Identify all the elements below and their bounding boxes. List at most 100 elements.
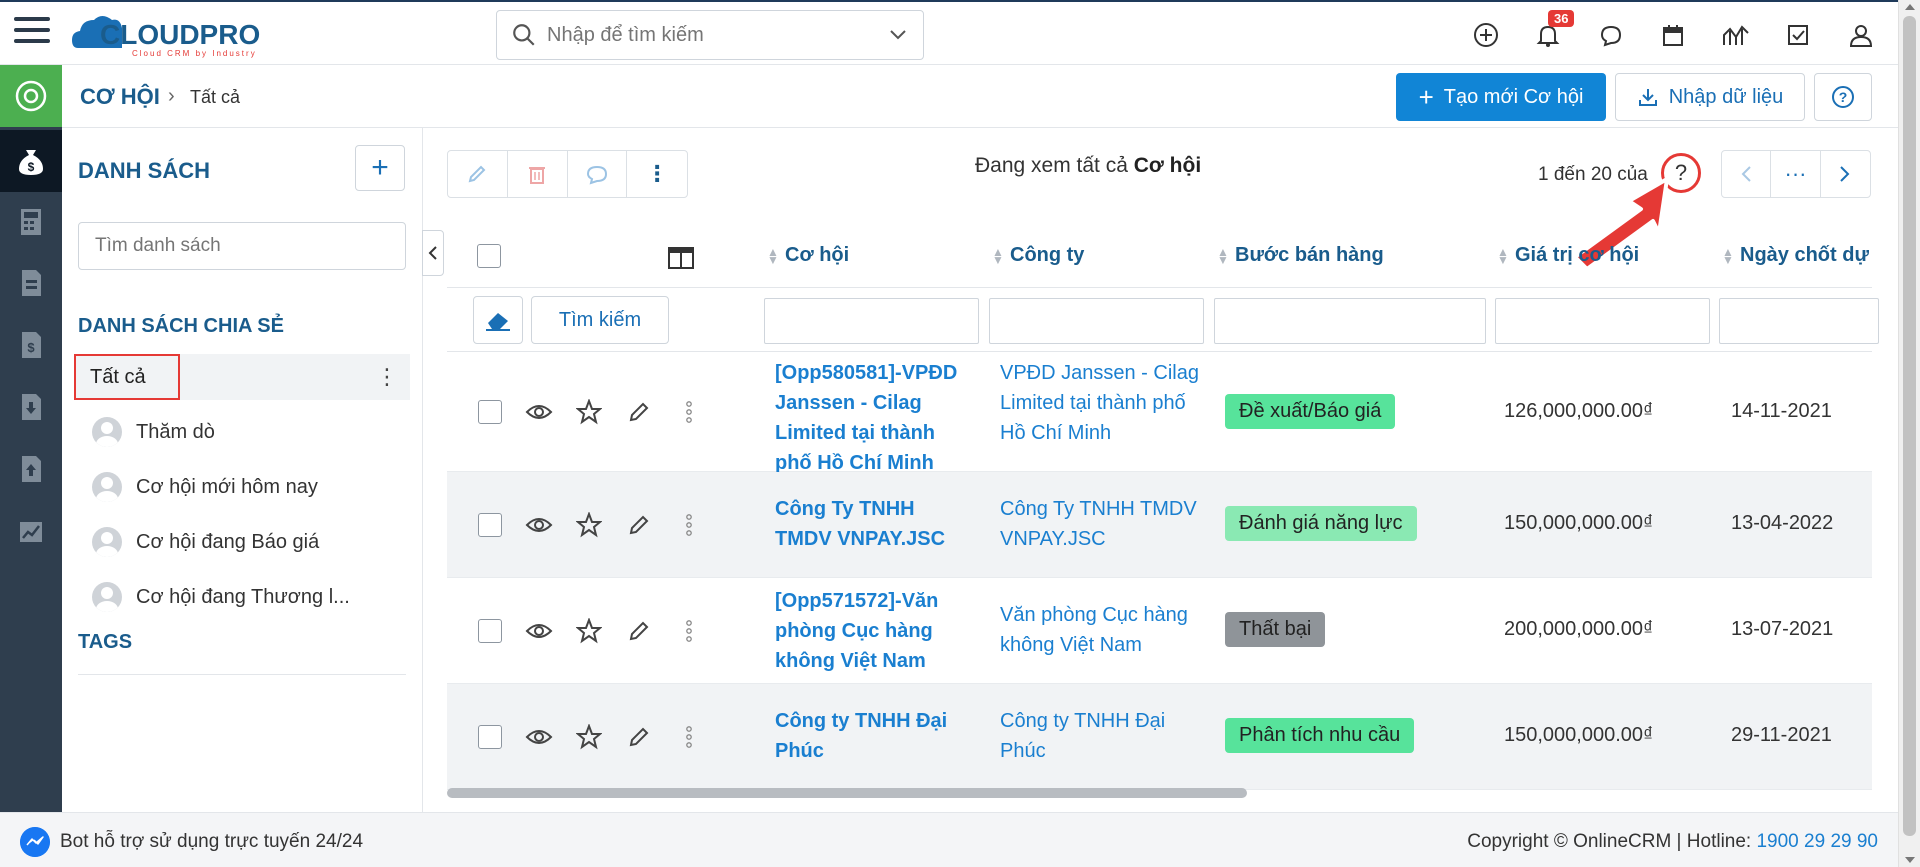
filter-input-company[interactable] [989, 298, 1204, 344]
list-item-all-label[interactable]: Tất cả [74, 354, 180, 400]
vertical-scrollbar[interactable] [1898, 0, 1920, 867]
list-item[interactable]: Cơ hội mới hôm nay [92, 467, 318, 507]
messenger-icon[interactable] [20, 827, 50, 857]
menu-icon[interactable] [14, 17, 50, 49]
company-link[interactable]: Văn phòng Cục hàng không Việt Nam [1000, 600, 1200, 660]
chat-icon[interactable] [1595, 19, 1627, 51]
import-data-button[interactable]: Nhập dữ liệu [1615, 73, 1805, 121]
opportunity-link[interactable]: Công Ty TNHH TMDV VNPAY.JSC [775, 494, 965, 554]
star-icon[interactable] [575, 617, 603, 645]
create-opportunity-button[interactable]: + Tạo mới Cơ hội [1396, 73, 1606, 121]
row-checkbox[interactable] [478, 513, 502, 537]
list-item-all[interactable]: Tất cả ⋮ [74, 354, 410, 400]
comment-button[interactable] [568, 151, 628, 197]
select-all-checkbox[interactable] [477, 244, 501, 268]
page-more-button[interactable]: ··· [1771, 151, 1821, 197]
pencil-icon[interactable] [625, 723, 653, 751]
help-button[interactable]: ? [1814, 73, 1872, 121]
hotline-link[interactable]: 1900 29 29 90 [1756, 831, 1878, 852]
previous-page-button[interactable] [1722, 151, 1772, 197]
clear-filter-button[interactable] [473, 296, 523, 344]
more-actions-button[interactable]: ⋮ [627, 151, 687, 197]
notification-badge: 36 [1548, 10, 1575, 27]
star-icon[interactable] [575, 398, 603, 426]
column-header-sales-stage[interactable]: ▲ ▼ Bước bán hàng [1217, 244, 1384, 267]
scroll-down-icon[interactable] [1905, 857, 1915, 863]
collapse-panel-button[interactable] [422, 230, 444, 276]
row-checkbox[interactable] [478, 619, 502, 643]
table-row[interactable]: [Opp580581]-VPĐD Janssen - Cilag Limited… [447, 352, 1872, 474]
column-header-opportunity[interactable]: ▲ ▼ Cơ hội [767, 244, 849, 267]
list-item[interactable]: Cơ hội đang Thương l... [92, 577, 350, 617]
upload-doc-icon[interactable] [17, 454, 45, 484]
next-page-button[interactable] [1821, 151, 1870, 197]
column-header-label: Ngày chốt dự [1740, 244, 1869, 266]
filter-input-value[interactable] [1495, 298, 1710, 344]
eye-icon[interactable] [525, 723, 553, 751]
column-header-close-date[interactable]: ▲ ▼ Ngày chốt dự [1722, 244, 1869, 267]
calendar-icon[interactable] [1657, 19, 1689, 51]
eye-icon[interactable] [525, 398, 553, 426]
row-checkbox[interactable] [478, 725, 502, 749]
filter-input-close-date[interactable] [1719, 298, 1879, 344]
opportunity-link[interactable]: Công ty TNHH Đại Phúc [775, 706, 965, 766]
logo[interactable]: CLOUDPRO Cloud CRM by Industry [70, 8, 300, 60]
target-icon[interactable] [0, 65, 62, 127]
bot-support-link[interactable]: Bot hỗ trợ sử dụng trực tuyến 24/24 [60, 831, 363, 853]
money-bag-icon[interactable]: $ [0, 130, 62, 192]
chart-icon[interactable] [1720, 19, 1752, 51]
eye-icon[interactable] [525, 511, 553, 539]
column-header-value[interactable]: ▲ ▼ Giá trị cơ hội [1497, 244, 1639, 267]
columns-icon[interactable] [667, 246, 695, 270]
more-vertical-icon[interactable] [675, 617, 703, 645]
list-item[interactable]: Thăm dò [92, 412, 215, 452]
filter-input-opportunity[interactable] [764, 298, 979, 344]
edit-button[interactable] [448, 151, 508, 197]
table-row[interactable]: Công ty TNHH Đại Phúc Công ty TNHH Đại P… [447, 684, 1872, 790]
pencil-icon[interactable] [625, 617, 653, 645]
scroll-thumb[interactable] [1903, 16, 1916, 836]
logo-text: CLOUDPRO [100, 19, 260, 50]
company-link[interactable]: VPĐD Janssen - Cilag Limited tại thành p… [1000, 358, 1200, 448]
calculator-icon[interactable] [17, 207, 45, 237]
global-search[interactable] [496, 10, 924, 60]
filter-input-sales-stage[interactable] [1214, 298, 1486, 344]
pencil-icon[interactable] [625, 398, 653, 426]
opportunity-link[interactable]: [Opp571572]-Văn phòng Cục hàng không Việ… [775, 586, 965, 676]
chevron-down-icon[interactable] [889, 29, 907, 41]
invoice-icon[interactable] [17, 268, 45, 298]
user-icon[interactable] [1845, 19, 1877, 51]
star-icon[interactable] [575, 723, 603, 751]
star-icon[interactable] [575, 511, 603, 539]
list-search-input[interactable] [78, 222, 406, 270]
breadcrumb-module[interactable]: CƠ HỘI [80, 84, 160, 110]
eye-icon[interactable] [525, 617, 553, 645]
filter-search-button[interactable]: Tìm kiếm [531, 296, 669, 344]
plus-circle-icon[interactable] [1470, 19, 1502, 51]
import-data-label: Nhập dữ liệu [1668, 85, 1784, 108]
list-item[interactable]: Cơ hội đang Báo giá [92, 522, 319, 562]
more-vertical-icon[interactable]: ⋮ [376, 364, 398, 390]
horizontal-scrollbar[interactable] [447, 788, 1247, 798]
table-row[interactable]: [Opp571572]-Văn phòng Cục hàng không Việ… [447, 578, 1872, 684]
checkbox-icon[interactable] [1782, 19, 1814, 51]
row-checkbox[interactable] [478, 400, 502, 424]
report-icon[interactable] [17, 516, 45, 546]
table-row[interactable]: Công Ty TNHH TMDV VNPAY.JSC Công Ty TNHH… [447, 472, 1872, 578]
more-vertical-icon[interactable] [675, 398, 703, 426]
pencil-icon[interactable] [625, 511, 653, 539]
scroll-up-icon[interactable] [1905, 4, 1915, 10]
breadcrumb: CƠ HỘI › Tất cả + Tạo mới Cơ hội Nhập dữ… [62, 65, 1898, 128]
download-doc-icon[interactable] [17, 392, 45, 422]
company-link[interactable]: Công Ty TNHH TMDV VNPAY.JSC [1000, 494, 1200, 554]
chevron-left-icon [1741, 166, 1751, 182]
column-header-company[interactable]: ▲ ▼ Công ty [992, 244, 1084, 267]
opportunity-link[interactable]: [Opp580581]-VPĐD Janssen - Cilag Limited… [775, 358, 965, 478]
delete-button[interactable] [508, 151, 568, 197]
company-link[interactable]: Công ty TNHH Đại Phúc [1000, 706, 1200, 766]
global-search-input[interactable] [547, 23, 877, 47]
more-vertical-icon[interactable] [675, 511, 703, 539]
price-doc-icon[interactable]: $ [17, 330, 45, 360]
add-list-button[interactable]: + [355, 145, 405, 191]
more-vertical-icon[interactable] [675, 723, 703, 751]
